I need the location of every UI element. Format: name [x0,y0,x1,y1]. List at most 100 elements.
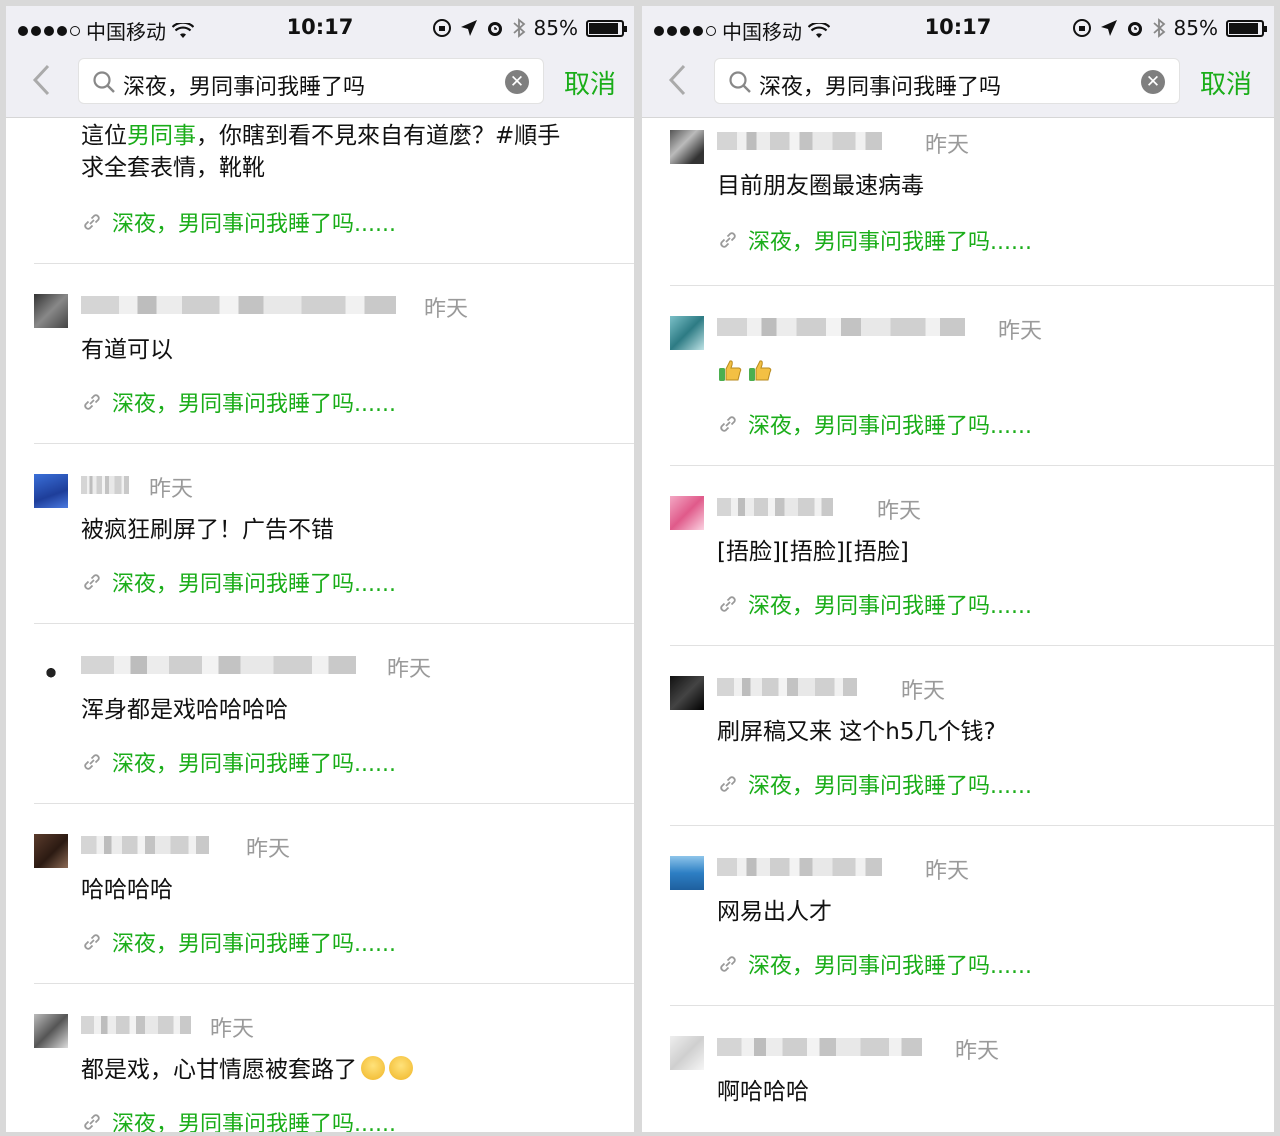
username-blurred[interactable] [81,656,356,674]
avatar[interactable] [670,856,704,890]
timestamp: 昨天 [149,477,194,502]
username-blurred[interactable] [717,678,857,696]
search-icon [93,71,115,93]
comment-text: 哈哈哈哈 [81,877,173,903]
timestamp: 昨天 [424,297,469,322]
timestamp: 昨天 [246,837,291,862]
link-icon [84,754,100,770]
thumbs-up-emoji [719,360,742,381]
comment-text: 這位男同事，你瞎到看不見來自有道麼？#順手 [81,123,561,149]
search-query: 深夜，男同事问我睡了吗 [123,75,366,100]
avatar[interactable] [34,474,68,508]
avatar[interactable] [670,496,704,530]
avatar[interactable] [670,316,704,350]
list-item[interactable]: 昨天 刷屏稿又来 这个h5几个钱? 深夜，男同事问我睡了吗...... [642,646,1274,826]
link-icon [720,596,736,612]
lock-rotation-icon [1072,19,1091,37]
article-link[interactable]: 深夜，男同事问我睡了吗...... [81,746,396,778]
comment-text: 啊哈哈哈 [717,1079,809,1105]
list-item[interactable]: 昨天 被疯狂刷屏了！广告不错 深夜，男同事问我睡了吗...... [6,444,634,624]
list-item[interactable]: 昨天 [捂脸][捂脸][捂脸] 深夜，男同事问我睡了吗...... [642,466,1274,646]
navigation-bar: 中国移动 10:17 85% 深夜，男同事问我睡了吗 ✕ 取消 [6,6,634,118]
username-blurred[interactable] [717,318,965,336]
avatar[interactable] [34,654,68,688]
article-link[interactable]: 深夜，男同事问我睡了吗...... [81,566,396,598]
article-link[interactable]: 深夜，男同事问我睡了吗...... [717,224,1032,256]
article-link[interactable]: 深夜，男同事问我睡了吗...... [81,1106,396,1132]
list-item[interactable]: 昨天 浑身都是戏哈哈哈哈 深夜，男同事问我睡了吗...... [6,624,634,804]
search-input[interactable]: 深夜，男同事问我睡了吗 ✕ [714,58,1180,104]
list-item[interactable]: 昨天 目前朋友圈最速病毒 深夜，男同事问我睡了吗...... [642,118,1274,286]
article-link[interactable]: 深夜，男同事问我睡了吗...... [717,948,1032,980]
comment-text: 浑身都是戏哈哈哈哈 [81,697,288,723]
username-blurred[interactable] [81,476,129,494]
battery-percent: 85% [1173,16,1218,40]
comment-text: 目前朋友圈最速病毒 [717,173,924,199]
username-blurred[interactable] [81,1016,191,1034]
comment-text: 被疯狂刷屏了！广告不错 [81,517,334,543]
cancel-button[interactable]: 取消 [1200,64,1252,101]
clear-icon[interactable]: ✕ [505,70,529,94]
navigation-bar: 中国移动 10:17 85% 深夜，男同事问我睡了吗 ✕ 取消 [642,6,1274,118]
clear-icon[interactable]: ✕ [1141,70,1165,94]
article-link[interactable]: 深夜，男同事问我睡了吗...... [717,588,1032,620]
back-button[interactable] [30,62,60,98]
link-icon [720,416,736,432]
cancel-button[interactable]: 取消 [564,64,616,101]
timestamp: 昨天 [955,1039,1000,1064]
article-link[interactable]: 深夜，男同事问我睡了吗...... [717,768,1032,800]
lock-rotation-icon [432,19,451,37]
avatar[interactable] [34,294,68,328]
grin-emoji [389,1056,413,1080]
list-item[interactable]: 昨天 网易出人才 深夜，男同事问我睡了吗...... [642,826,1274,1006]
list-item[interactable]: 昨天 哈哈哈哈 深夜，男同事问我睡了吗...... [6,804,634,984]
avatar[interactable] [670,676,704,710]
avatar[interactable] [34,834,68,868]
avatar[interactable] [670,1036,704,1070]
phone-screen-right: 中国移动 10:17 85% 深夜，男同事问我睡了吗 ✕ 取消 昨天 目前朋友圈… [642,6,1274,1132]
article-link[interactable]: 深夜，男同事问我睡了吗...... [717,408,1032,440]
timestamp: 昨天 [210,1017,255,1042]
bluetooth-icon [1152,18,1165,38]
username-blurred[interactable] [717,1038,922,1056]
comment-text [717,356,777,389]
article-link[interactable]: 深夜，男同事问我睡了吗...... [81,386,396,418]
link-icon [720,776,736,792]
username-blurred[interactable] [717,858,882,876]
username-blurred[interactable] [81,836,209,854]
location-arrow-icon [460,20,477,36]
timestamp: 昨天 [925,133,970,158]
list-item[interactable]: 昨天 啊哈哈哈 [642,1006,1274,1132]
back-arrow-icon [668,64,686,96]
search-query: 深夜，男同事问我睡了吗 [759,75,1002,100]
timestamp: 昨天 [998,319,1043,344]
bluetooth-icon [512,18,525,38]
link-icon [84,934,100,950]
link-icon [84,574,100,590]
alarm-icon [487,22,502,36]
list-item[interactable]: 昨天 深夜，男同事问我睡了吗...... [642,286,1274,466]
username-blurred[interactable] [717,132,882,150]
alarm-icon [1127,22,1142,36]
avatar[interactable] [670,130,704,164]
comment-text: 都是戏，心甘情愿被套路了 [81,1054,413,1087]
status-bar: 中国移动 10:17 85% [642,6,1274,50]
article-link[interactable]: 深夜，男同事问我睡了吗...... [81,206,396,238]
back-button[interactable] [666,62,696,98]
link-icon [84,214,100,230]
username-blurred[interactable] [81,296,396,314]
battery-icon [586,19,627,37]
timestamp: 昨天 [877,499,922,524]
article-link[interactable]: 深夜，男同事问我睡了吗...... [81,926,396,958]
search-input[interactable]: 深夜，男同事问我睡了吗 ✕ [78,58,544,104]
comment-text: 网易出人才 [717,899,832,925]
grin-emoji [361,1056,385,1080]
list-item[interactable]: 昨天 有道可以 深夜，男同事问我睡了吗...... [6,264,634,444]
thumbs-up-emoji [749,360,772,381]
phone-screen-left: 中国移动 10:17 85% 深夜，男同事问我睡了吗 ✕ 取消 這位男同事，你瞎… [6,6,634,1132]
comment-text: [捂脸][捂脸][捂脸] [717,539,909,565]
list-item[interactable]: 昨天 都是戏，心甘情愿被套路了 深夜，男同事问我睡了吗...... [6,984,634,1132]
username-blurred[interactable] [717,498,833,516]
avatar[interactable] [34,1014,68,1048]
list-item[interactable]: 這位男同事，你瞎到看不見來自有道麼？#順手 求全套表情，靴靴 深夜，男同事问我睡… [6,118,634,264]
